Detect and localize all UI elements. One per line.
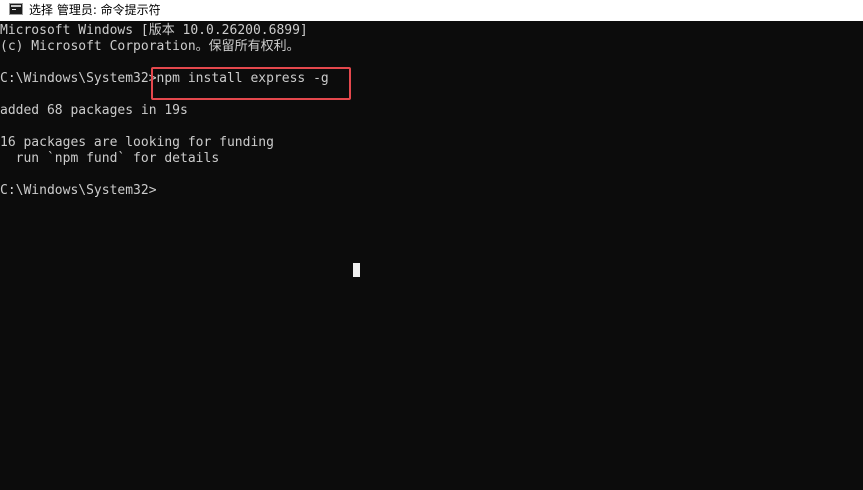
- console-output-area[interactable]: Microsoft Windows [版本 10.0.26200.6899] (…: [0, 22, 863, 490]
- command-prompt-window: 选择 管理员: 命令提示符 Microsoft Windows [版本 10.0…: [0, 0, 863, 490]
- title-bar[interactable]: 选择 管理员: 命令提示符: [0, 0, 863, 21]
- console-line-prompt: C:\Windows\System32>: [0, 183, 157, 198]
- console-app-icon: [9, 3, 23, 15]
- window-title: 选择 管理员: 命令提示符: [29, 3, 161, 17]
- console-line-version: Microsoft Windows [版本 10.0.26200.6899]: [0, 23, 308, 38]
- console-line-fund-hint: run `npm fund` for details: [0, 151, 220, 166]
- text-cursor: [353, 263, 360, 277]
- console-line-funding: 16 packages are looking for funding: [0, 135, 274, 150]
- console-line-added-packages: added 68 packages in 19s: [0, 103, 188, 118]
- command-highlight-box: [151, 67, 351, 100]
- console-line-copyright: (c) Microsoft Corporation。保留所有权利。: [0, 39, 300, 54]
